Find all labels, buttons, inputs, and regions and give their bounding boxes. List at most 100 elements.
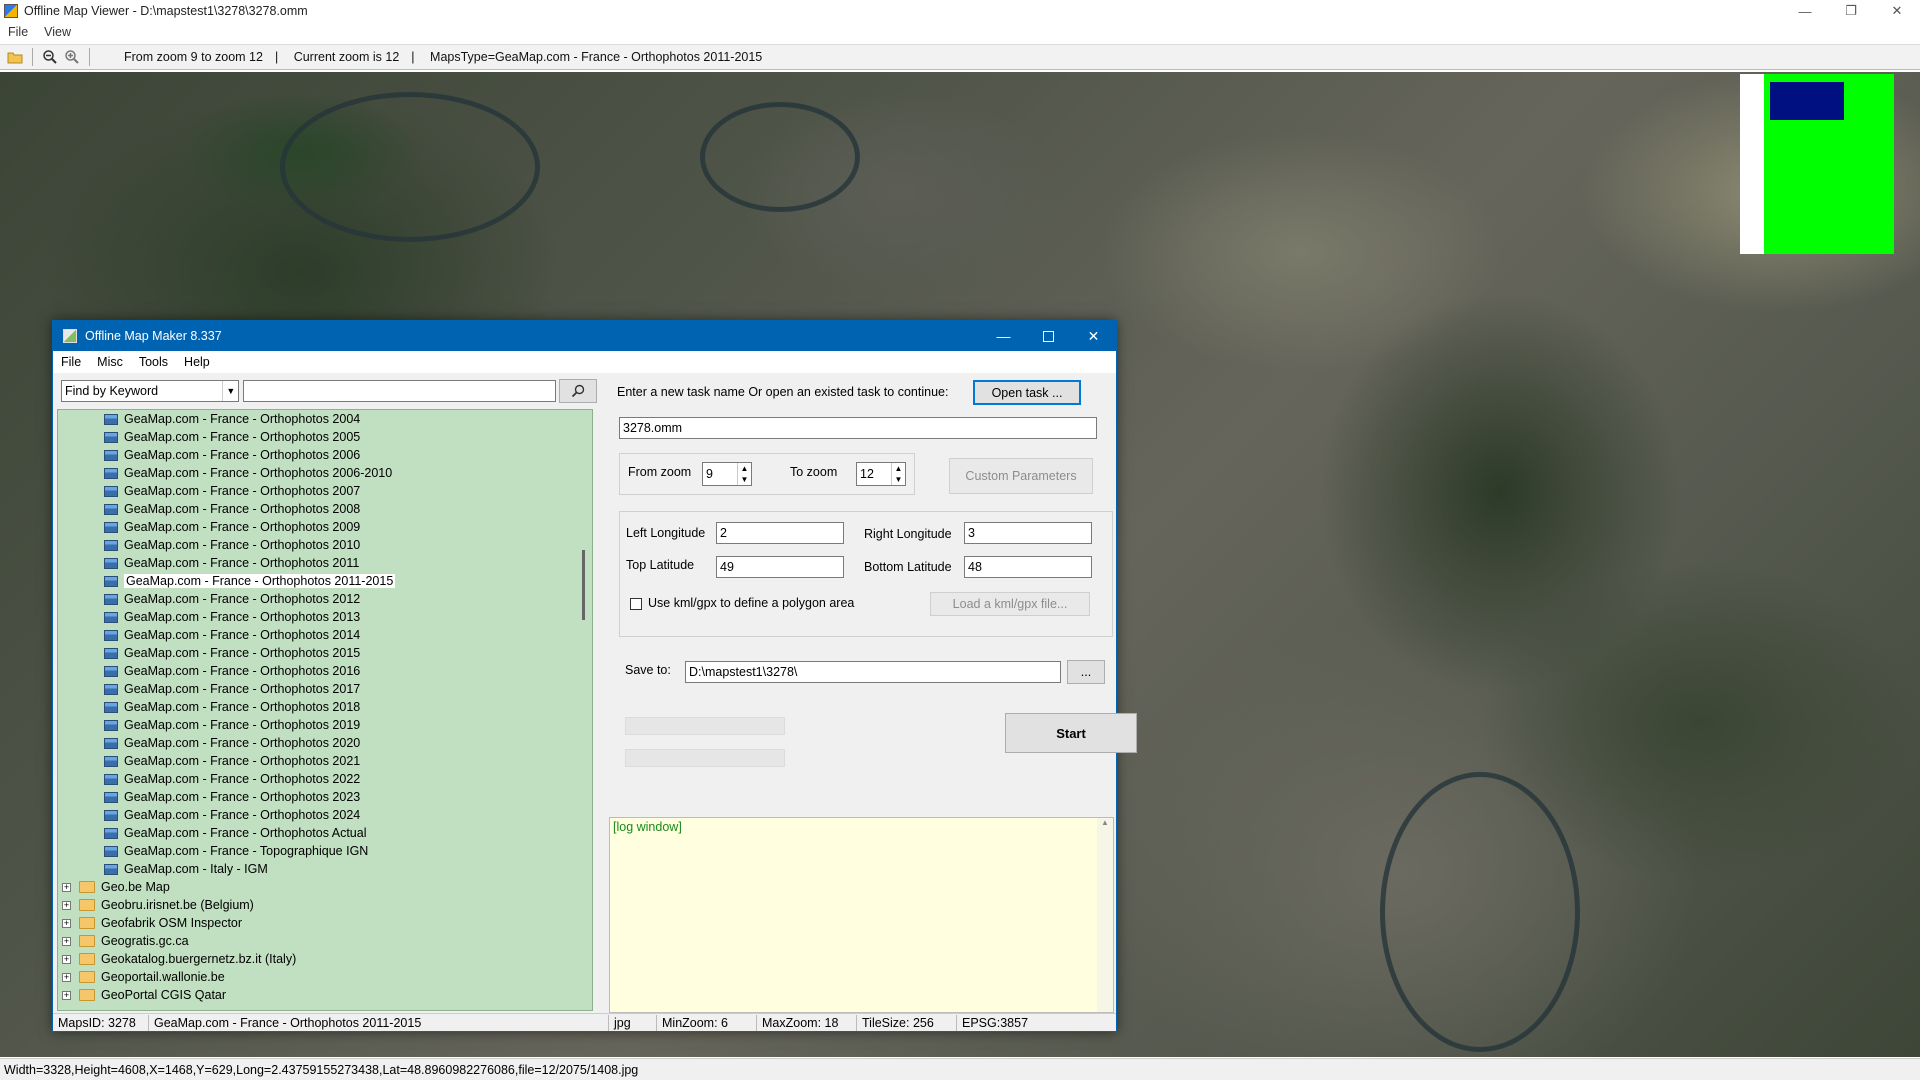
custom-parameters-button[interactable]: Custom Parameters [949,458,1093,494]
tree-folder-item[interactable]: + Geoportail.wallonie.be [58,968,592,986]
kml-checkbox[interactable] [630,598,642,610]
to-zoom-label: To zoom [790,465,838,479]
tree-map-item[interactable]: GeaMap.com - France - Orthophotos 2017 [58,680,592,698]
expand-icon[interactable]: + [62,972,71,982]
tree-map-item[interactable]: GeaMap.com - France - Orthophotos 2009 [58,518,592,536]
tree-map-item[interactable]: GeaMap.com - France - Orthophotos 2015 [58,644,592,662]
restore-button[interactable]: ❐ [1828,0,1874,22]
tree-map-item[interactable]: GeaMap.com - France - Orthophotos 2019 [58,716,592,734]
map-layer-icon [104,413,118,425]
task-name-input[interactable]: 3278.omm [619,417,1097,439]
start-button[interactable]: Start [1005,713,1137,753]
from-zoom-stepper[interactable]: 9 ▲ ▼ [702,462,752,486]
dialog-maximize-button[interactable] [1026,321,1071,351]
tree-map-item[interactable]: GeaMap.com - France - Orthophotos 2005 [58,428,592,446]
zoom-out-icon[interactable] [39,46,61,68]
dialog-menu-file[interactable]: File [53,355,89,369]
top-latitude-input[interactable]: 49 [716,556,844,578]
expand-icon[interactable]: + [62,882,71,892]
maps-tree[interactable]: GeaMap.com - France - Orthophotos 2004 Ge… [57,409,593,1011]
expand-icon[interactable]: + [62,936,71,946]
find-mode-select[interactable]: Find by Keyword ▼ [61,380,240,402]
expand-icon[interactable]: + [62,990,71,1000]
log-window[interactable]: [log window] ▲ [609,817,1114,1013]
dialog-minimize-button[interactable]: — [981,321,1026,351]
to-zoom-stepper[interactable]: 12 ▲ ▼ [856,462,906,486]
close-button[interactable]: ✕ [1874,0,1920,22]
dialog-menu-misc[interactable]: Misc [89,355,131,369]
minimize-button[interactable]: — [1782,0,1828,22]
tree-scrollbar[interactable] [578,410,592,1010]
tree-folder-item[interactable]: + Geobru.irisnet.be (Belgium) [58,896,592,914]
map-layer-icon [104,593,118,605]
browse-button[interactable]: ... [1067,660,1105,684]
tree-item-label: GeaMap.com - France - Orthophotos Actual [124,826,367,840]
tree-item-label: GeaMap.com - France - Orthophotos 2017 [124,682,361,696]
tree-folder-item[interactable]: + GeoPortal CGIS Qatar [58,986,592,1004]
stepper-arrows-icon[interactable]: ▲ ▼ [891,463,905,485]
tree-map-item[interactable]: GeaMap.com - France - Orthophotos 2013 [58,608,592,626]
tree-map-item[interactable]: GeaMap.com - France - Orthophotos 2020 [58,734,592,752]
dialog-close-button[interactable]: ✕ [1071,321,1116,351]
tree-map-item[interactable]: GeaMap.com - France - Topographique IGN [58,842,592,860]
find-keyword-input[interactable] [243,380,557,402]
tree-item-label: GeaMap.com - France - Orthophotos 2020 [124,736,361,750]
dialog-menu-help[interactable]: Help [176,355,218,369]
tree-folder-label: Geo.be Map [101,880,170,894]
tree-map-item[interactable]: GeaMap.com - France - Orthophotos 2004 [58,410,592,428]
find-mode-value: Find by Keyword [65,384,159,398]
log-scrollbar[interactable]: ▲ [1097,818,1113,1012]
tree-item-label: GeaMap.com - France - Orthophotos 2021 [124,754,361,768]
map-layer-icon [104,809,118,821]
map-layer-icon [104,755,118,767]
bottom-latitude-input[interactable]: 48 [964,556,1092,578]
tree-map-item[interactable]: GeaMap.com - France - Orthophotos 2022 [58,770,592,788]
menu-view[interactable]: View [36,25,79,39]
tree-folder-item[interactable]: + Geogratis.gc.ca [58,932,592,950]
tree-map-item[interactable]: GeaMap.com - Italy - IGM [58,860,592,878]
status-max-zoom: MaxZoom: 18 [757,1014,857,1031]
tree-map-item[interactable]: GeaMap.com - France - Orthophotos 2014 [58,626,592,644]
tree-map-item[interactable]: GeaMap.com - France - Orthophotos 2012 [58,590,592,608]
save-path-input[interactable]: D:\mapstest1\3278\ [685,661,1061,683]
tree-map-item[interactable]: GeaMap.com - France - Orthophotos 2011-2… [58,572,592,590]
left-longitude-input[interactable]: 2 [716,522,844,544]
scrollbar-thumb[interactable] [582,550,585,620]
menu-file[interactable]: File [0,25,36,39]
overview-map[interactable] [1740,74,1894,254]
zoom-in-icon[interactable] [61,46,83,68]
tree-map-item[interactable]: GeaMap.com - France - Orthophotos 2018 [58,698,592,716]
expand-icon[interactable]: + [62,954,71,964]
tree-folder-item[interactable]: + Geo.be Map [58,878,592,896]
tree-folder-item[interactable]: + Geofabrik OSM Inspector [58,914,592,932]
tree-map-item[interactable]: GeaMap.com - France - Orthophotos 2007 [58,482,592,500]
open-task-button[interactable]: Open task ... [973,380,1081,405]
expand-icon[interactable]: + [62,918,71,928]
window-title: Offline Map Viewer - D:\mapstest1\3278\3… [24,4,308,18]
stepper-arrows-icon[interactable]: ▲ ▼ [737,463,751,485]
tree-folder-item[interactable]: + Geokatalog.buergernetz.bz.it (Italy) [58,950,592,968]
tree-map-item[interactable]: GeaMap.com - France - Orthophotos 2010 [58,536,592,554]
open-folder-icon[interactable] [4,46,26,68]
tree-map-item[interactable]: GeaMap.com - France - Orthophotos 2006-2… [58,464,592,482]
tree-map-item[interactable]: GeaMap.com - France - Orthophotos Actual [58,824,592,842]
map-layer-icon [104,485,118,497]
tree-map-item[interactable]: GeaMap.com - France - Orthophotos 2021 [58,752,592,770]
tree-map-item[interactable]: GeaMap.com - France - Orthophotos 2024 [58,806,592,824]
tree-folder-label: Geofabrik OSM Inspector [101,916,243,930]
load-kml-button[interactable]: Load a kml/gpx file... [930,592,1090,616]
tree-map-item[interactable]: GeaMap.com - France - Orthophotos 2023 [58,788,592,806]
tree-map-item[interactable]: GeaMap.com - France - Orthophotos 2008 [58,500,592,518]
expand-icon[interactable]: + [62,900,71,910]
tree-map-item[interactable]: GeaMap.com - France - Orthophotos 2006 [58,446,592,464]
tree-map-item[interactable]: GeaMap.com - France - Orthophotos 2011 [58,554,592,572]
chevron-down-icon[interactable]: ▼ [222,381,238,401]
dialog-controls: — ✕ [981,321,1116,351]
find-button[interactable] [559,379,597,403]
save-to-label: Save to: [625,663,671,677]
right-longitude-input[interactable]: 3 [964,522,1092,544]
map-layer-icon [104,773,118,785]
dialog-menu-tools[interactable]: Tools [131,355,176,369]
overview-viewport[interactable] [1770,82,1844,120]
tree-map-item[interactable]: GeaMap.com - France - Orthophotos 2016 [58,662,592,680]
